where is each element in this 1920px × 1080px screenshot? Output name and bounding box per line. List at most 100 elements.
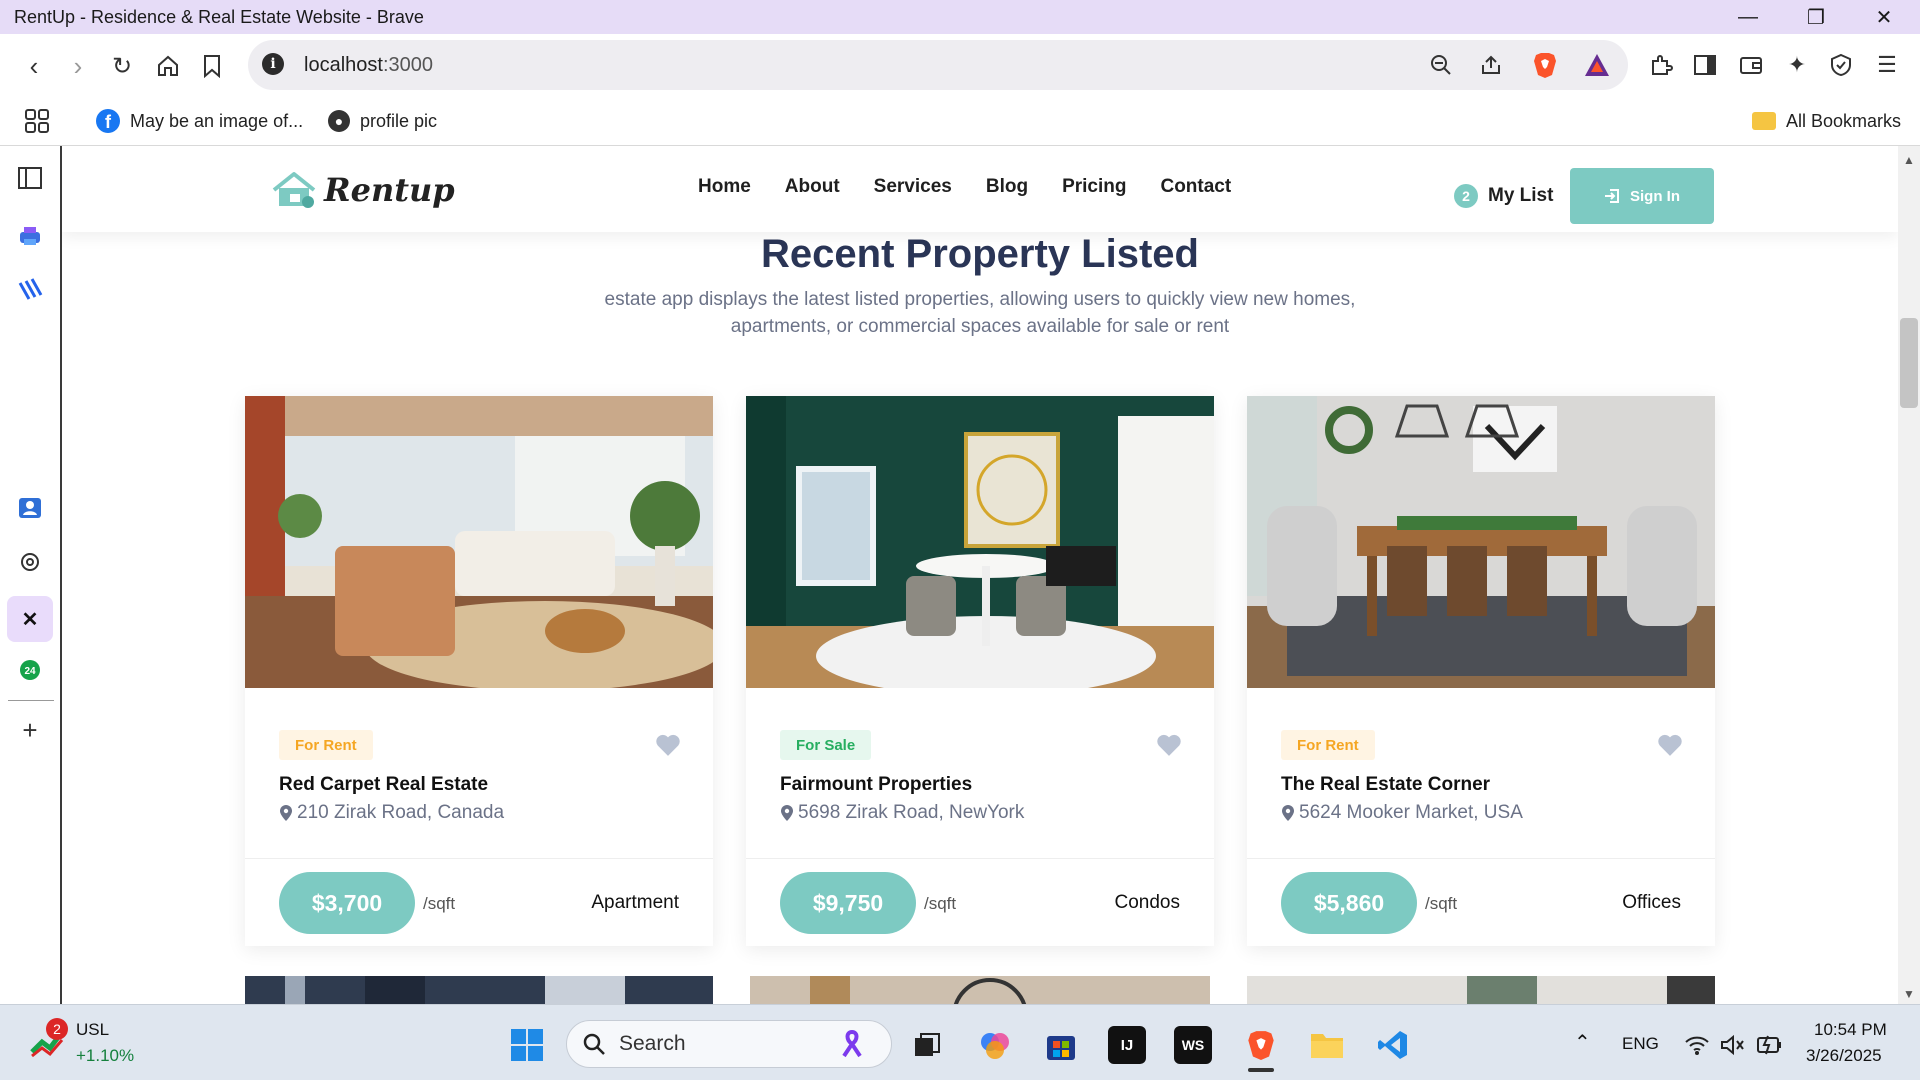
page-scrollbar[interactable] [1898, 146, 1920, 1004]
printer-app-icon[interactable] [12, 218, 48, 254]
price-badge: $5,860 [1281, 872, 1417, 934]
awareness-ribbon-icon[interactable] [836, 1028, 868, 1060]
microsoft-store-icon[interactable] [1042, 1026, 1080, 1064]
chatgpt-icon[interactable] [12, 544, 48, 580]
my-list-label: My List [1488, 185, 1554, 206]
property-card[interactable]: For Rent The Real Estate Corner 5624 Moo… [1247, 396, 1715, 946]
leo-ai-icon[interactable]: ✦ [1780, 48, 1814, 82]
minimize-button[interactable]: — [1720, 0, 1776, 34]
property-name[interactable]: Red Carpet Real Estate [279, 774, 488, 796]
home-icon[interactable] [150, 48, 186, 84]
property-card-partial[interactable] [1247, 976, 1715, 1004]
back-icon[interactable]: ‹ [16, 48, 52, 84]
menu-icon[interactable]: ☰ [1870, 48, 1904, 82]
logo-text: Rentup [324, 171, 455, 209]
restore-button[interactable]: ❐ [1788, 0, 1844, 34]
scroll-down-icon[interactable]: ▼ [1898, 984, 1920, 1004]
site-logo[interactable]: Rentup [270, 164, 455, 216]
windows-start-icon[interactable] [508, 1026, 546, 1064]
price-unit: /sqft [924, 894, 957, 913]
nav-services[interactable]: Services [874, 176, 952, 198]
nav-home[interactable]: Home [698, 176, 751, 198]
brave-shields-icon[interactable] [1528, 48, 1562, 82]
section-subtitle: estate app displays the latest listed pr… [604, 289, 1356, 337]
property-name[interactable]: The Real Estate Corner [1281, 774, 1490, 796]
copilot-icon[interactable] [976, 1026, 1014, 1064]
property-image-dining-gray[interactable] [1247, 396, 1715, 688]
webstorm-icon[interactable]: WS [1174, 1026, 1212, 1064]
property-card-partial[interactable] [245, 976, 713, 1004]
favorite-heart-icon[interactable] [655, 732, 681, 758]
news24-app-icon[interactable]: 24 [12, 652, 48, 688]
speaker-muted-icon[interactable] [1720, 1034, 1746, 1061]
all-bookmarks-label: All Bookmarks [1786, 110, 1902, 131]
file-explorer-icon[interactable] [1308, 1026, 1346, 1064]
bookmark-item-profile-pic[interactable]: ● profile pic [328, 106, 437, 136]
wifi-icon[interactable] [1684, 1034, 1710, 1061]
battery-charging-icon[interactable] [1756, 1032, 1784, 1061]
brave-browser-icon[interactable] [1242, 1026, 1280, 1064]
property-name[interactable]: Fairmount Properties [780, 774, 972, 796]
vscode-icon[interactable] [1374, 1026, 1412, 1064]
address-text: 5624 Mooker Market, USA [1299, 802, 1523, 823]
property-card[interactable]: For Sale Fairmount Properties 5698 Zirak… [746, 396, 1214, 946]
apps-grid-icon[interactable] [24, 106, 50, 136]
favorite-heart-icon[interactable] [1657, 732, 1683, 758]
close-window-button[interactable]: ✕ [1856, 0, 1912, 34]
site-info-icon[interactable]: i [262, 53, 284, 75]
all-bookmarks-button[interactable]: All Bookmarks [1752, 106, 1901, 136]
property-image-dining-green[interactable] [746, 396, 1214, 688]
bookmark-label: May be an image of... [130, 110, 304, 131]
clock-date[interactable]: 3/26/2025 [1806, 1046, 1882, 1066]
facebook-icon: f [96, 109, 120, 133]
nav-pricing[interactable]: Pricing [1062, 176, 1126, 198]
task-view-icon[interactable] [908, 1026, 946, 1064]
window-title-bar: RentUp - Residence & Real Estate Website… [0, 0, 1920, 34]
favorite-heart-icon[interactable] [1156, 732, 1182, 758]
property-card-partial[interactable] [750, 976, 1210, 1004]
contacts-app-icon[interactable] [12, 490, 48, 526]
clock-time[interactable]: 10:54 PM [1814, 1020, 1887, 1040]
scrollbar-thumb[interactable] [1900, 318, 1918, 408]
my-list-link[interactable]: 2 My List [1454, 184, 1553, 208]
search-icon [582, 1032, 606, 1056]
sign-in-icon [1605, 189, 1619, 203]
property-address: 5624 Mooker Market, USA [1281, 802, 1523, 824]
zoom-out-icon[interactable] [1424, 48, 1458, 82]
brave-rewards-icon[interactable] [1580, 48, 1614, 82]
intellij-icon[interactable]: IJ [1108, 1026, 1146, 1064]
sidebar-toggle-icon[interactable] [1688, 48, 1722, 82]
property-image-living-room[interactable] [245, 396, 713, 688]
nav-about[interactable]: About [785, 176, 840, 198]
url-host: localhost [304, 53, 383, 76]
stock-change: +1.10% [76, 1046, 135, 1065]
vpn-icon[interactable] [1824, 48, 1858, 82]
property-card[interactable]: For Rent Red Carpet Real Estate 210 Zira… [245, 396, 713, 946]
share-icon[interactable] [1474, 48, 1508, 82]
bookmark-label: profile pic [360, 110, 438, 131]
location-pin-icon [280, 805, 292, 821]
x-app-icon[interactable]: ✕ [7, 596, 53, 642]
wave-app-icon[interactable] [12, 272, 48, 308]
taskbar-search-label: Search [619, 1032, 686, 1055]
scroll-up-icon[interactable]: ▲ [1898, 150, 1920, 170]
sign-in-button[interactable]: Sign In [1570, 168, 1714, 224]
bookmark-item-facebook[interactable]: f May be an image of... [96, 106, 303, 136]
address-bar[interactable]: localhost:3000 [248, 40, 1628, 90]
add-panel-icon[interactable]: + [12, 712, 48, 748]
nav-blog[interactable]: Blog [986, 176, 1028, 198]
logo-house-icon [272, 172, 316, 208]
forward-icon[interactable]: › [60, 48, 96, 84]
nav-contact[interactable]: Contact [1160, 176, 1231, 198]
reload-icon[interactable]: ↻ [104, 48, 140, 84]
wallet-icon[interactable] [1734, 48, 1768, 82]
listing-status-tag: For Sale [780, 730, 872, 760]
tray-overflow-icon[interactable]: ⌃ [1574, 1030, 1591, 1055]
address-text: 5698 Zirak Road, NewYork [798, 802, 1025, 823]
extensions-icon[interactable] [1644, 48, 1678, 82]
property-address: 5698 Zirak Road, NewYork [780, 802, 1024, 824]
my-list-count-badge: 2 [1454, 184, 1478, 208]
sidebar-panel-icon[interactable] [12, 160, 48, 196]
language-indicator[interactable]: ENG [1622, 1034, 1659, 1054]
bookmark-icon[interactable] [194, 48, 230, 84]
